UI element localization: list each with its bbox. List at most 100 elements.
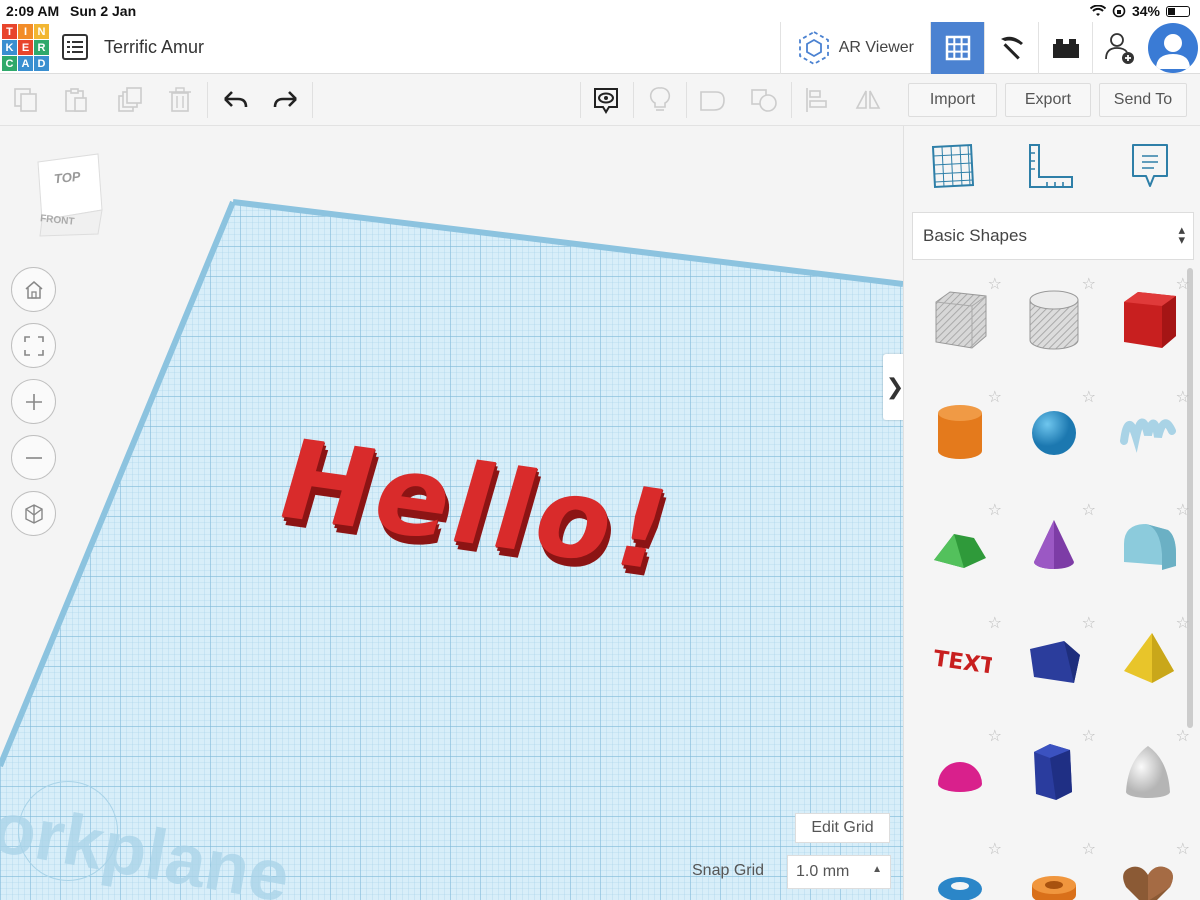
- design-title[interactable]: Terrific Amur: [104, 37, 204, 58]
- show-all-icon[interactable]: [592, 86, 620, 114]
- shape-box-hole[interactable]: ☆: [918, 272, 1008, 372]
- date: Sun 2 Jan: [70, 3, 137, 19]
- shape-roof[interactable]: ☆: [918, 498, 1008, 598]
- half-sphere-icon: [938, 762, 982, 792]
- zoom-in-button[interactable]: [11, 379, 56, 424]
- paraboloid-icon: [1126, 746, 1170, 798]
- bricks-button[interactable]: [1038, 22, 1092, 74]
- send-to-button[interactable]: Send To: [1099, 83, 1187, 117]
- shape-text[interactable]: ☆ TEXT: [918, 611, 1008, 711]
- shape-cone[interactable]: ☆: [1012, 498, 1102, 598]
- tab-workplane[interactable]: [924, 138, 980, 194]
- shape-paraboloid[interactable]: ☆: [1106, 724, 1196, 824]
- caret-up-icon: ▲: [872, 864, 882, 875]
- user-icon: [1156, 34, 1190, 69]
- shape-round-roof[interactable]: ☆: [1106, 498, 1196, 598]
- redo-icon[interactable]: [272, 86, 300, 114]
- cylinder-hole-icon: [1029, 290, 1079, 350]
- add-user-icon: [1104, 33, 1134, 64]
- invite-user-button[interactable]: [1092, 22, 1146, 74]
- logo-letter: R: [34, 40, 49, 55]
- shape-text-label: TEXT: [932, 646, 992, 679]
- home-icon: [25, 280, 42, 299]
- edit-toolbar: Import Export Send To: [0, 74, 1200, 126]
- export-button[interactable]: Export: [1005, 83, 1091, 117]
- align-icon[interactable]: [803, 86, 831, 114]
- select-arrows-icon: ▴ ▾: [1178, 222, 1185, 247]
- clock: 2:09 AM: [6, 3, 60, 19]
- import-button[interactable]: Import: [908, 83, 997, 117]
- scribble-icon: [1120, 418, 1176, 453]
- logo-letter: N: [34, 24, 49, 39]
- snap-grid-value: 1.0 mm: [796, 863, 850, 880]
- orientation-lock-icon: [1112, 4, 1126, 18]
- shape-box[interactable]: ☆: [1106, 272, 1196, 372]
- torus-icon: [938, 877, 982, 900]
- status-icons: 34%: [1089, 3, 1190, 19]
- 3d-workspace[interactable]: orkplane Hello! TOP FRONT Edit Grid Snap…: [0, 126, 903, 900]
- shape-cylinder[interactable]: ☆: [918, 385, 1008, 485]
- status-bar: 2:09 AM Sun 2 Jan 34%: [0, 0, 1200, 22]
- box-hole-icon: [935, 291, 987, 349]
- text-icon: TEXT: [932, 646, 992, 679]
- battery-icon: [1166, 5, 1190, 17]
- mirror-icon[interactable]: [854, 86, 882, 114]
- tinkercad-logo[interactable]: TIN KER CAD: [2, 24, 49, 71]
- shape-cylinder-hole[interactable]: ☆: [1012, 272, 1102, 372]
- 3d-design-button[interactable]: [930, 22, 984, 74]
- tab-notes[interactable]: [1122, 138, 1178, 194]
- battery-percent: 34%: [1131, 3, 1160, 19]
- undo-icon[interactable]: [221, 86, 249, 114]
- shape-scribble[interactable]: ☆: [1106, 385, 1196, 485]
- group-icon[interactable]: [698, 86, 726, 114]
- fit-view-button[interactable]: [11, 323, 56, 368]
- design-list-icon[interactable]: [62, 34, 88, 60]
- fit-icon: [23, 335, 44, 356]
- ar-viewer-button[interactable]: AR Viewer: [779, 22, 930, 74]
- shape-sphere[interactable]: ☆: [1012, 385, 1102, 485]
- shape-half-sphere[interactable]: ☆: [918, 724, 1008, 824]
- minecraft-button[interactable]: [984, 22, 1038, 74]
- plus-icon: [25, 393, 42, 410]
- sphere-icon: [1032, 411, 1076, 455]
- zoom-out-button[interactable]: [11, 435, 56, 480]
- shape-torus[interactable]: ☆: [918, 837, 1008, 900]
- shapes-panel: Basic Shapes ▴ ▾ ☆ ☆ ☆ ☆ ☆ ☆ ☆ ☆ ☆ ☆ TEXT ☆ ☆ ☆ ☆ ☆ ☆ ☆ ☆: [903, 126, 1200, 900]
- polygon-icon: [1034, 744, 1072, 800]
- user-avatar[interactable]: [1148, 23, 1198, 73]
- app-header: TIN KER CAD Terrific Amur AR Viewer: [0, 22, 1200, 74]
- shape-heart[interactable]: ☆: [1106, 837, 1196, 900]
- shape-polygon[interactable]: ☆: [1012, 724, 1102, 824]
- snap-grid-select[interactable]: 1.0 mm ▲: [787, 855, 891, 889]
- copy-icon[interactable]: [12, 86, 40, 114]
- shape-tube[interactable]: ☆: [1012, 837, 1102, 900]
- view-cube[interactable]: TOP FRONT: [28, 150, 108, 245]
- paste-icon[interactable]: [62, 86, 90, 114]
- ar-cube-icon: [798, 30, 829, 66]
- cube-top-label: TOP: [53, 168, 82, 187]
- wedge-icon: [1030, 641, 1080, 683]
- cylinder-icon: [938, 405, 982, 459]
- edit-grid-button[interactable]: Edit Grid: [795, 813, 890, 843]
- perspective-button[interactable]: [11, 491, 56, 536]
- shape-pyramid[interactable]: ☆: [1106, 611, 1196, 711]
- pickaxe-icon: [1000, 36, 1023, 60]
- ruler-icon: [1029, 144, 1073, 188]
- shape-category-select[interactable]: Basic Shapes ▴ ▾: [912, 212, 1194, 260]
- notes-bulb-icon[interactable]: [646, 86, 674, 114]
- delete-icon[interactable]: [166, 86, 194, 114]
- tab-ruler[interactable]: [1022, 138, 1078, 194]
- pyramid-icon: [1124, 633, 1174, 683]
- cone-icon: [1034, 520, 1074, 569]
- round-roof-icon: [1124, 524, 1176, 570]
- perspective-cube-icon: [24, 503, 43, 524]
- snap-grid-label: Snap Grid: [692, 862, 765, 879]
- shape-wedge[interactable]: ☆: [1012, 611, 1102, 711]
- roof-icon: [934, 534, 986, 568]
- duplicate-icon[interactable]: [116, 86, 144, 114]
- home-view-button[interactable]: [11, 267, 56, 312]
- ar-viewer-label: AR Viewer: [838, 39, 914, 56]
- logo-letter: I: [18, 24, 33, 39]
- brick-icon: [1052, 39, 1079, 58]
- ungroup-icon[interactable]: [750, 86, 778, 114]
